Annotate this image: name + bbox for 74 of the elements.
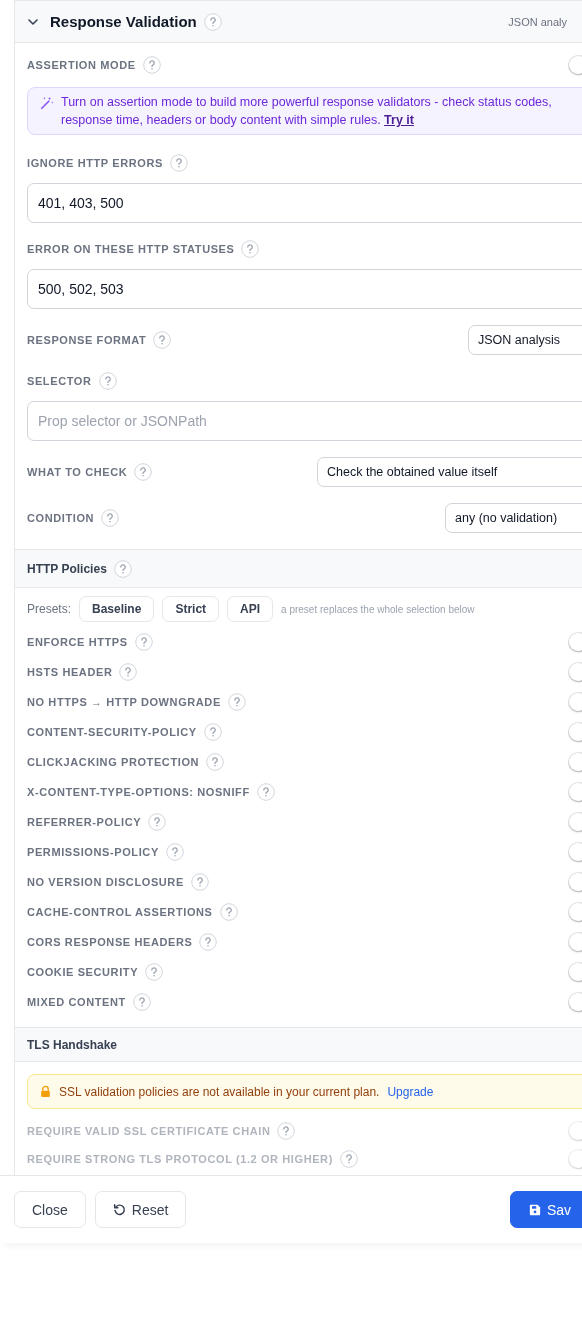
help-icon[interactable] — [142, 56, 161, 74]
field-label: SELECTOR — [27, 375, 92, 387]
reset-button[interactable]: Reset — [94, 1191, 187, 1228]
presets-label: Presets: — [27, 602, 71, 616]
policy-label: REQUIRE STRONG TLS PROTOCOL (1.2 OR HIGHER) — [27, 1153, 333, 1165]
dropdown[interactable]: Check the obtained value itself — [317, 457, 582, 487]
section-title: HTTP Policies — [27, 561, 107, 576]
policy-label: NO HTTPS → HTTP DOWNGRADE — [27, 696, 221, 708]
lock-icon — [40, 1085, 51, 1098]
help-icon[interactable] — [241, 240, 260, 258]
help-icon[interactable] — [134, 463, 153, 481]
help-icon[interactable] — [153, 331, 172, 349]
help-icon[interactable] — [145, 963, 164, 981]
help-icon[interactable] — [165, 843, 184, 861]
help-icon[interactable] — [148, 813, 167, 831]
field-label: IGNORE HTTP ERRORS — [27, 157, 163, 169]
preset-button[interactable]: API — [227, 596, 274, 622]
info-text: Turn on assertion mode to build more powerful response validators - check status codes, response time, headers or body content with simple rules. Try it — [61, 94, 553, 129]
section-title: Response Validation — [50, 13, 197, 30]
section-title: TLS Handshake — [27, 1037, 118, 1052]
magic-wand-icon — [40, 96, 54, 110]
dropdown[interactable]: JSON analysis — [468, 325, 582, 355]
upgrade-link[interactable]: Upgrade — [387, 1084, 434, 1099]
field-label: CONDITION — [27, 512, 95, 524]
input-field[interactable]: 401, 403, 500 — [27, 183, 582, 223]
help-icon[interactable] — [203, 12, 222, 31]
field-label: ASSERTION MODE — [27, 59, 136, 71]
help-icon[interactable] — [101, 509, 120, 527]
help-icon[interactable] — [206, 753, 225, 771]
input-field[interactable]: 500, 502, 503 — [27, 269, 582, 309]
policy-label: NO VERSION DISCLOSURE — [27, 876, 184, 888]
section-summary: JSON analy — [508, 15, 567, 28]
help-icon[interactable] — [219, 903, 238, 921]
policy-label: CORS RESPONSE HEADERS — [27, 936, 193, 948]
help-icon[interactable] — [98, 372, 117, 390]
help-icon[interactable] — [134, 633, 153, 651]
policy-label: CACHE-CONTROL ASSERTIONS — [27, 906, 213, 918]
policy-label: PERMISSIONS-POLICY — [27, 846, 159, 858]
close-button[interactable]: Close — [14, 1191, 86, 1228]
policy-label: CLICKJACKING PROTECTION — [27, 756, 200, 768]
help-icon[interactable] — [113, 559, 132, 578]
help-icon[interactable] — [132, 993, 151, 1011]
preset-button[interactable]: Baseline — [79, 596, 155, 622]
save-button[interactable]: Sav — [510, 1191, 582, 1228]
field-label: ERROR ON THESE HTTP STATUSES — [27, 243, 235, 255]
policy-label: HSTS HEADER — [27, 666, 113, 678]
presets-hint: a preset replaces the whole selection below — [281, 603, 475, 615]
help-icon[interactable] — [119, 663, 138, 681]
policy-label: X-CONTENT-TYPE-OPTIONS: NOSNIFF — [27, 786, 250, 798]
dropdown[interactable]: any (no validation) — [445, 503, 582, 533]
field-label: RESPONSE FORMAT — [27, 334, 147, 346]
policy-label: REFERRER-POLICY — [27, 816, 142, 828]
policy-label: COOKIE SECURITY — [27, 966, 139, 978]
policy-label: REQUIRE VALID SSL CERTIFICATE CHAIN — [27, 1125, 271, 1137]
policy-label: MIXED CONTENT — [27, 996, 126, 1008]
help-icon[interactable] — [339, 1150, 358, 1168]
policy-label: CONTENT-SECURITY-POLICY — [27, 726, 197, 738]
help-icon[interactable] — [203, 723, 222, 741]
section-header[interactable]: HTTP Policies — [15, 549, 582, 588]
section-header[interactable]: TLS Handshake — [15, 1027, 582, 1062]
warning-text: SSL validation policies are not available in your current plan. — [59, 1084, 380, 1099]
help-icon[interactable] — [199, 933, 218, 951]
help-icon[interactable] — [169, 154, 188, 172]
field-label: WHAT TO CHECK — [27, 466, 128, 478]
preset-button[interactable]: Strict — [162, 596, 220, 622]
input-field[interactable]: Prop selector or JSONPath — [27, 401, 582, 441]
help-icon[interactable] — [277, 1122, 296, 1140]
section-header[interactable]: Response Validation JSON analy — [15, 0, 582, 43]
help-icon[interactable] — [227, 693, 246, 711]
help-icon[interactable] — [190, 873, 209, 891]
reset-icon — [112, 1203, 126, 1216]
try-it-link[interactable]: Try it — [384, 113, 414, 127]
policy-label: ENFORCE HTTPS — [27, 636, 128, 648]
help-icon[interactable] — [256, 783, 275, 801]
